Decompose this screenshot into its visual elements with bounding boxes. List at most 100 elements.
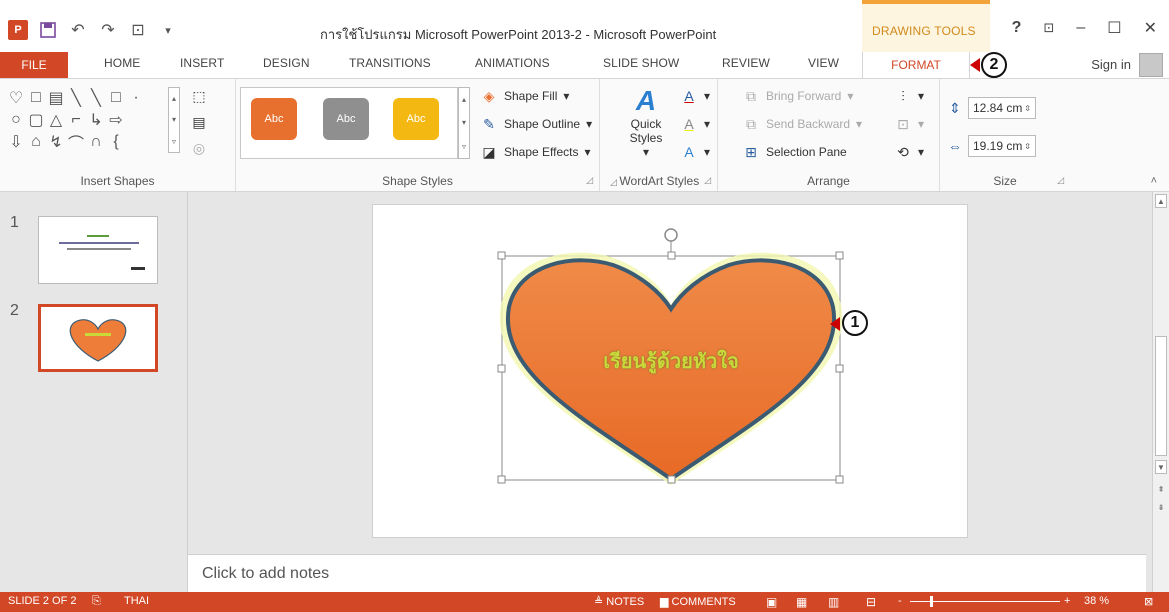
avatar[interactable] — [1139, 53, 1163, 77]
zoom-level[interactable]: 38 % — [1084, 595, 1109, 607]
flowchart-shape-icon[interactable]: ⌂ — [26, 131, 46, 153]
shapes-gallery-scroll[interactable]: ▴ ▾ ▿ — [168, 87, 180, 153]
thumbnail-heart-icon — [69, 319, 127, 362]
help-button[interactable]: ? — [1012, 19, 1022, 37]
shape-height-input[interactable]: 12.84 cm ⇳ — [968, 97, 1036, 119]
tab-view[interactable]: VIEW — [808, 56, 839, 70]
line2-shape-icon[interactable]: ╲ — [86, 87, 106, 109]
rotate-button[interactable]: ⟲ ▾ — [894, 143, 924, 161]
dash-shape-icon[interactable]: · — [126, 87, 146, 109]
shape-fill-button[interactable]: ◈ Shape Fill ▾ — [480, 87, 570, 105]
notes-pane[interactable]: Click to add notes — [188, 554, 1146, 592]
tab-slideshow[interactable]: SLIDE SHOW — [603, 56, 679, 70]
wordart-styles-launcher-icon[interactable]: ◿ — [704, 175, 711, 186]
selection-pane-button[interactable]: ⊞ Selection Pane — [742, 143, 847, 161]
quick-styles-button[interactable]: A Quick Styles ▾ — [626, 85, 666, 159]
tab-animations[interactable]: ANIMATIONS — [475, 56, 550, 70]
slide-sorter-icon[interactable]: ▦ — [796, 595, 807, 609]
slide-thumbnail-2[interactable] — [38, 304, 158, 372]
corner-shape-icon[interactable]: ⌐ — [66, 109, 86, 131]
zoom-out-button[interactable]: - — [898, 595, 902, 607]
text-outline-button[interactable]: A ▾ — [680, 115, 710, 133]
start-slideshow-icon[interactable]: ⊡ — [128, 20, 148, 40]
tab-file[interactable]: FILE — [0, 52, 68, 78]
spelling-icon[interactable]: ⎘ — [92, 595, 101, 608]
group-button[interactable]: ⊡ ▾ — [894, 115, 924, 133]
brace-shape-icon[interactable]: { — [106, 131, 126, 153]
style-swatch-yellow[interactable]: Abc — [393, 98, 439, 140]
next-slide-icon[interactable]: ⇟ — [1155, 500, 1167, 514]
style-gallery-scroll[interactable]: ▴ ▾ ▿ — [458, 87, 470, 159]
shape-width-input[interactable]: 19.19 cm ⇳ — [968, 135, 1036, 157]
save-icon[interactable] — [38, 20, 58, 40]
send-backward-button[interactable]: ⧉ Send Backward ▾ — [742, 115, 862, 133]
rectangle-shape-icon[interactable]: □ — [26, 87, 46, 109]
language-indicator[interactable]: THAI — [124, 595, 149, 607]
bring-forward-button[interactable]: ⧉ Bring Forward ▾ — [742, 87, 853, 105]
shape-effects-button[interactable]: ◪ Shape Effects ▾ — [480, 143, 590, 161]
style-swatch-orange[interactable]: Abc — [251, 98, 297, 140]
oval-shape-icon[interactable]: ○ — [6, 109, 26, 131]
arc-shape-icon[interactable]: ⌒ — [66, 131, 86, 153]
align-button[interactable]: ⫶ ▾ — [894, 87, 924, 105]
comments-button[interactable]: ▆ COMMENTS — [660, 595, 736, 608]
powerpoint-logo-icon[interactable]: P — [8, 20, 28, 40]
slideshow-view-icon[interactable]: ⊟ — [866, 595, 876, 609]
normal-view-icon[interactable]: ▣ — [766, 595, 777, 609]
close-button[interactable]: ✕ — [1144, 18, 1157, 38]
scroll-up-icon[interactable]: ▲ — [1155, 194, 1167, 208]
height-spinner-icon[interactable]: ⇳ — [1024, 104, 1031, 113]
draw-textbox-icon[interactable]: ▤ — [190, 113, 208, 131]
undo-icon[interactable]: ↶ — [68, 20, 88, 40]
text-effects-button[interactable]: A ▾ — [680, 143, 710, 161]
tab-transitions[interactable]: TRANSITIONS — [349, 56, 431, 70]
minimize-button[interactable]: – — [1076, 19, 1085, 37]
reading-view-icon[interactable]: ▥ — [828, 595, 839, 609]
wordart-styles-label: ◿ WordArt Styles — [610, 174, 700, 188]
down-arrow-shape-icon[interactable]: ⇩ — [6, 131, 26, 153]
slide-canvas[interactable]: เรียนรู้ด้วยหัวใจ — [372, 204, 968, 538]
textbox-shape-icon[interactable]: ▤ — [46, 87, 66, 109]
fit-to-window-icon[interactable]: ⊠ — [1144, 595, 1153, 608]
text-fill-button[interactable]: A ▾ — [680, 87, 710, 105]
tab-review[interactable]: REVIEW — [722, 56, 770, 70]
scroll-down-icon[interactable]: ▼ — [1155, 460, 1167, 474]
callout-2: 2 — [981, 52, 1007, 78]
line-shape-icon[interactable]: ╲ — [66, 87, 86, 109]
vertical-scrollbar[interactable]: ▲ ▼ ⇞ ⇟ — [1152, 192, 1169, 592]
rounded-rect-shape-icon[interactable]: ▢ — [26, 109, 46, 131]
shape-outline-button[interactable]: ✎ Shape Outline ▾ — [480, 115, 592, 133]
rotate-handle[interactable] — [664, 228, 678, 242]
zoom-slider-thumb[interactable] — [930, 596, 933, 607]
previous-slide-icon[interactable]: ⇞ — [1155, 482, 1167, 496]
scroll-thumb[interactable] — [1155, 336, 1167, 456]
customize-qat-icon[interactable]: ▾ — [158, 20, 178, 40]
curve-shape-icon[interactable]: ∩ — [86, 131, 106, 153]
shape-styles-launcher-icon[interactable]: ◿ — [586, 175, 593, 186]
right-arrow-shape-icon[interactable]: ⇨ — [106, 109, 126, 131]
collapse-ribbon-icon[interactable]: ˄ — [1151, 175, 1157, 187]
tab-design[interactable]: DESIGN — [263, 56, 310, 70]
slide-thumbnail-1[interactable] — [38, 216, 158, 284]
maximize-button[interactable]: ☐ — [1107, 18, 1121, 38]
notes-button[interactable]: ≜ NOTES — [594, 595, 644, 608]
title-bar: P ↶ ↷ ⊡ ▾ การใช้โปรแกรม Microsoft PowerP… — [0, 0, 1169, 52]
tab-insert[interactable]: INSERT — [180, 56, 224, 70]
rect2-shape-icon[interactable]: □ — [106, 87, 126, 109]
redo-icon[interactable]: ↷ — [98, 20, 118, 40]
bent-arrow-shape-icon[interactable]: ↳ — [86, 109, 106, 131]
heart-shape-icon[interactable]: ♡ — [6, 87, 26, 109]
heart-text[interactable]: เรียนรู้ด้วยหัวใจ — [553, 345, 789, 377]
width-spinner-icon[interactable]: ⇳ — [1024, 142, 1031, 151]
size-launcher-icon[interactable]: ◿ — [1057, 175, 1064, 186]
triangle-shape-icon[interactable]: △ — [46, 109, 66, 131]
tab-home[interactable]: HOME — [104, 56, 140, 70]
zoom-in-button[interactable]: + — [1064, 595, 1070, 607]
merge-shapes-icon[interactable]: ◎ — [190, 139, 208, 157]
style-swatch-gray[interactable]: Abc — [323, 98, 369, 140]
ribbon-display-options-icon[interactable]: ⊡ — [1043, 20, 1054, 36]
edit-shape-icon[interactable]: ⬚ — [190, 87, 208, 105]
lightning-shape-icon[interactable]: ↯ — [46, 131, 66, 153]
sign-in-link[interactable]: Sign in — [1091, 57, 1131, 72]
tab-format[interactable]: FORMAT — [862, 52, 970, 78]
